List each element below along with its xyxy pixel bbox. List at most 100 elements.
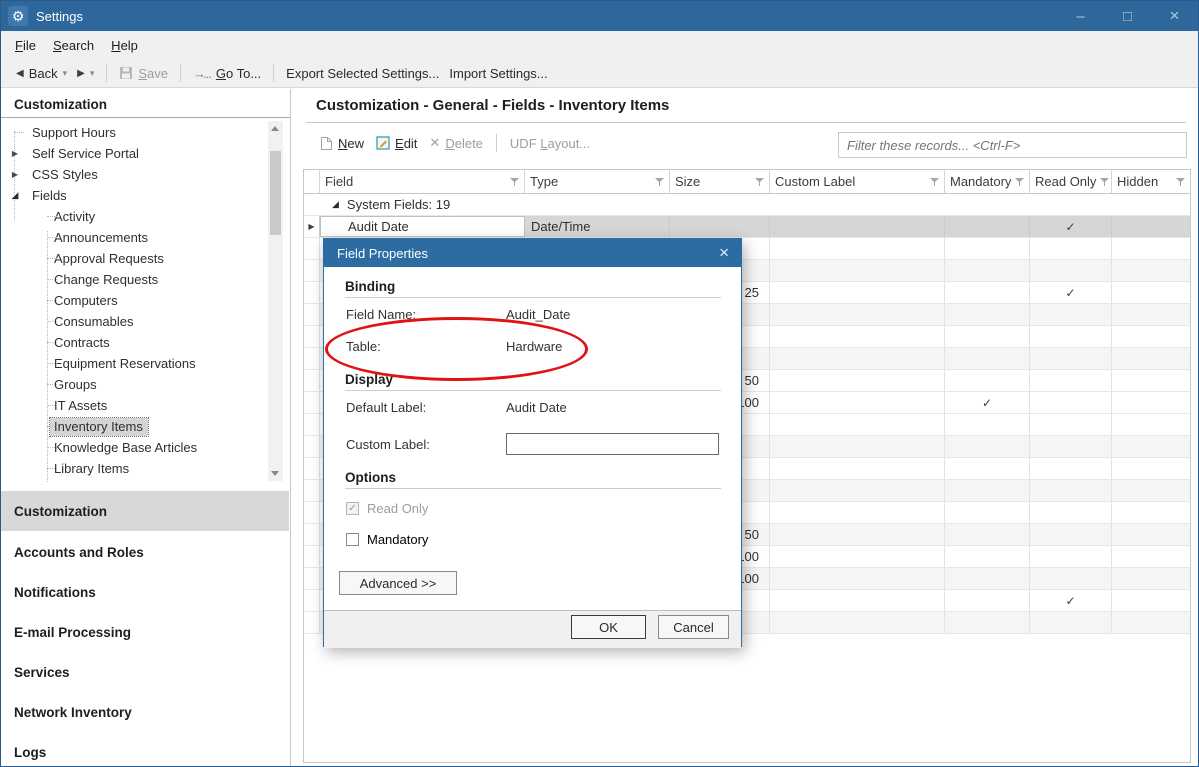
forward-dropdown-icon[interactable]: ▾: [90, 68, 95, 79]
tree-item-contracts[interactable]: Contracts: [1, 332, 290, 353]
import-settings-button[interactable]: Import Settings...: [444, 66, 552, 81]
scroll-down-icon[interactable]: [271, 471, 279, 476]
nav-logs[interactable]: Logs: [1, 732, 289, 766]
tree-scrollbar[interactable]: [268, 121, 283, 481]
grid-cell[interactable]: [1030, 502, 1112, 523]
grid-cell[interactable]: [945, 612, 1030, 633]
tree-item-self-service-portal[interactable]: ▶Self Service Portal: [1, 143, 290, 164]
nav-accounts-and-roles[interactable]: Accounts and Roles: [1, 532, 289, 572]
grid-cell[interactable]: [1112, 260, 1190, 281]
grid-cell[interactable]: [1112, 392, 1190, 413]
filter-icon[interactable]: [655, 177, 664, 187]
grid-cell[interactable]: [945, 326, 1030, 347]
menu-help[interactable]: Help: [111, 38, 138, 53]
grid-cell[interactable]: [1112, 502, 1190, 523]
grid-cell[interactable]: [1112, 436, 1190, 457]
grid-cell[interactable]: [770, 568, 945, 589]
grid-cell[interactable]: [770, 612, 945, 633]
grid-cell[interactable]: [945, 216, 1030, 237]
export-settings-button[interactable]: Export Selected Settings...: [281, 66, 444, 81]
column-header-mandatory[interactable]: Mandatory: [945, 170, 1030, 193]
grid-cell[interactable]: [1112, 524, 1190, 545]
delete-button[interactable]: ✕ Delete: [423, 135, 489, 151]
tree-item-library-items[interactable]: Library Items: [1, 458, 290, 479]
grid-cell[interactable]: [945, 568, 1030, 589]
grid-cell[interactable]: [770, 524, 945, 545]
tree-item-equipment-reservations[interactable]: Equipment Reservations: [1, 353, 290, 374]
grid-cell[interactable]: [770, 238, 945, 259]
grid-cell[interactable]: [1030, 370, 1112, 391]
grid-cell[interactable]: ✓: [945, 392, 1030, 413]
filter-icon[interactable]: [1176, 177, 1185, 187]
grid-cell[interactable]: [770, 326, 945, 347]
grid-cell[interactable]: [1112, 238, 1190, 259]
grid-cell[interactable]: [945, 590, 1030, 611]
tree-item-css-styles[interactable]: ▶CSS Styles: [1, 164, 290, 185]
nav-services[interactable]: Services: [1, 652, 289, 692]
grid-cell[interactable]: [945, 370, 1030, 391]
grid-cell[interactable]: [1112, 480, 1190, 501]
read-only-checkbox[interactable]: ✓: [346, 502, 359, 515]
tree-item-activity[interactable]: Activity: [1, 206, 290, 227]
nav-notifications[interactable]: Notifications: [1, 572, 289, 612]
filter-input[interactable]: [838, 132, 1187, 158]
nav-email-processing[interactable]: E-mail Processing: [1, 612, 289, 652]
grid-cell[interactable]: [1112, 612, 1190, 633]
dialog-titlebar[interactable]: Field Properties ×: [324, 239, 741, 267]
tree-item-announcements[interactable]: Announcements: [1, 227, 290, 248]
column-header-custom-label[interactable]: Custom Label: [770, 170, 945, 193]
grid-cell[interactable]: [770, 348, 945, 369]
grid-cell[interactable]: [1112, 282, 1190, 303]
scroll-up-icon[interactable]: [271, 126, 279, 131]
ok-button[interactable]: OK: [571, 615, 646, 639]
forward-button[interactable]: ▶ ▾: [72, 68, 99, 79]
advanced-button[interactable]: Advanced >>: [339, 571, 457, 595]
grid-cell[interactable]: [670, 216, 770, 237]
maximize-button[interactable]: □: [1104, 1, 1151, 31]
edit-button[interactable]: Edit: [370, 136, 423, 151]
grid-cell[interactable]: [1030, 304, 1112, 325]
grid-cell[interactable]: [945, 502, 1030, 523]
tree-item-computers[interactable]: Computers: [1, 290, 290, 311]
scrollbar-thumb[interactable]: [270, 151, 281, 235]
column-header-hidden[interactable]: Hidden: [1112, 170, 1190, 193]
grid-cell[interactable]: [945, 238, 1030, 259]
grid-cell[interactable]: [1112, 304, 1190, 325]
grid-cell[interactable]: [1030, 392, 1112, 413]
grid-cell[interactable]: [1030, 260, 1112, 281]
grid-cell[interactable]: [770, 414, 945, 435]
nav-customization[interactable]: Customization: [1, 491, 289, 531]
grid-cell[interactable]: [770, 480, 945, 501]
grid-cell[interactable]: [770, 502, 945, 523]
back-dropdown-icon[interactable]: ▾: [63, 68, 68, 79]
grid-cell[interactable]: Audit Date: [320, 216, 525, 237]
tree-item-approval-requests[interactable]: Approval Requests: [1, 248, 290, 269]
grid-cell[interactable]: [1030, 414, 1112, 435]
menu-search[interactable]: Search: [53, 38, 94, 53]
grid-cell[interactable]: [1030, 612, 1112, 633]
grid-cell[interactable]: [945, 414, 1030, 435]
grid-cell[interactable]: [1112, 370, 1190, 391]
new-button[interactable]: New: [314, 136, 370, 151]
grid-cell[interactable]: [1112, 546, 1190, 567]
grid-cell[interactable]: [770, 260, 945, 281]
cancel-button[interactable]: Cancel: [658, 615, 729, 639]
filter-icon[interactable]: [930, 177, 939, 187]
grid-cell[interactable]: [1112, 216, 1190, 237]
grid-cell[interactable]: ✓: [1030, 282, 1112, 303]
group-row-system-fields[interactable]: ◢ System Fields: 19: [304, 194, 1190, 216]
grid-cell[interactable]: [945, 304, 1030, 325]
grid-cell[interactable]: [1030, 436, 1112, 457]
grid-cell[interactable]: [945, 524, 1030, 545]
column-header-type[interactable]: Type: [525, 170, 670, 193]
grid-cell[interactable]: [770, 370, 945, 391]
grid-cell[interactable]: [1112, 414, 1190, 435]
grid-cell[interactable]: [945, 436, 1030, 457]
grid-cell[interactable]: [945, 348, 1030, 369]
filter-icon[interactable]: [510, 177, 519, 187]
grid-cell[interactable]: [1112, 590, 1190, 611]
grid-cell[interactable]: [770, 392, 945, 413]
column-header-field[interactable]: Field: [320, 170, 525, 193]
grid-cell[interactable]: [945, 480, 1030, 501]
column-header-size[interactable]: Size: [670, 170, 770, 193]
